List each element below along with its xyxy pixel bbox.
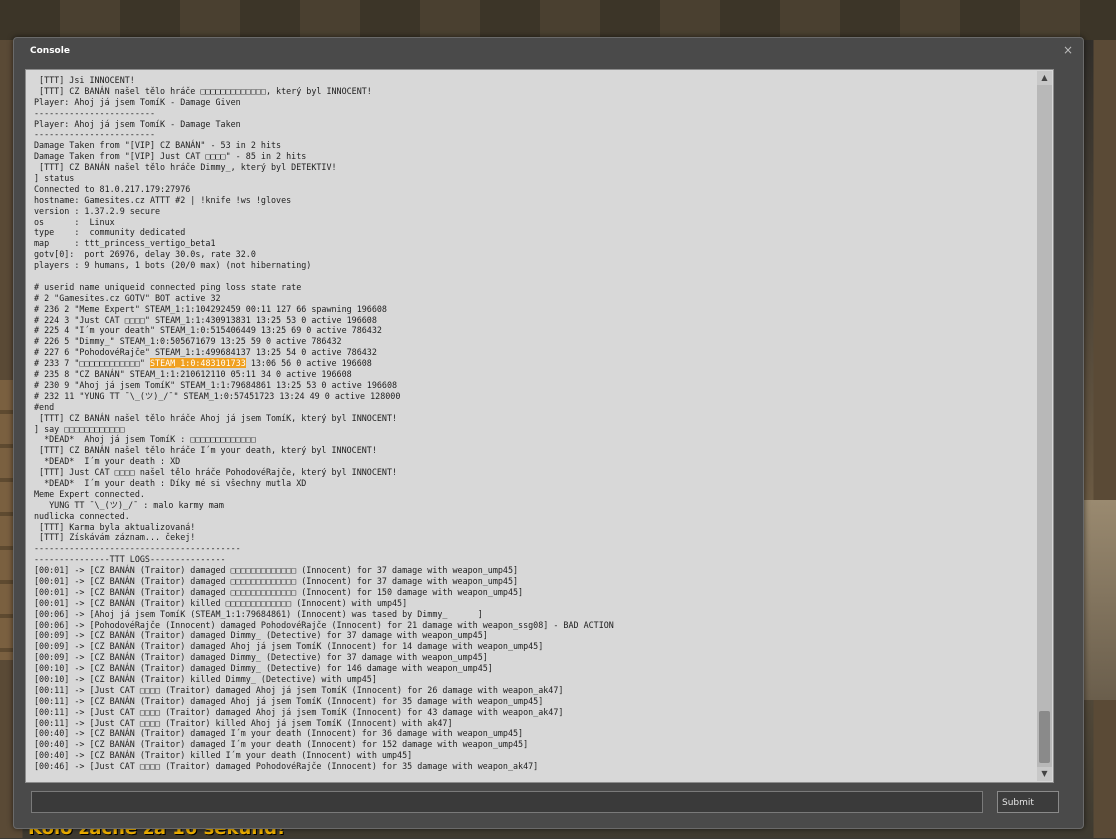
- log-line: *DEAD* I´m your death : Díky mé si všech…: [34, 477, 307, 488]
- log-line: [00:40] -> [CZ BANÁN (Traitor) damaged I…: [34, 739, 529, 750]
- log-line: # 2 "Gamesites.cz GOTV" BOT active 32: [34, 292, 221, 303]
- scroll-thumb[interactable]: [1039, 711, 1050, 763]
- log-line: [00:01] -> [CZ BANÁN (Traitor) damaged □…: [34, 565, 519, 576]
- log-line: Damage Taken from "[VIP] CZ BANÁN" - 53 …: [34, 140, 282, 151]
- log-line: # 236 2 "Meme Expert" STEAM_1:1:10429245…: [34, 303, 387, 314]
- log-line: [00:10] -> [CZ BANÁN (Traitor) killed Di…: [34, 673, 377, 684]
- log-line: [00:01] -> [CZ BANÁN (Traitor) killed □□…: [34, 597, 408, 608]
- console-window[interactable]: Console × [TTT] Jsi INNOCENT! [TTT] CZ B…: [13, 37, 1084, 829]
- log-line: hostname: Gamesites.cz ATTT #2 | !knife …: [34, 194, 292, 205]
- log-line: [TTT] CZ BANÁN našel tělo hráče □□□□□□□□…: [34, 85, 372, 96]
- log-line: [TTT] Just CAT □□□□ našel tělo hráče Poh…: [34, 467, 398, 478]
- log-line: [00:11] -> [Just CAT □□□□ (Traitor) kill…: [34, 717, 453, 728]
- log-line: [00:46] -> [Just CAT □□□□ (Traitor) dama…: [34, 761, 539, 772]
- log-line: [00:06] -> [Ahoj já jsem TomíK (STEAM_1:…: [34, 608, 483, 619]
- log-line: version : 1.37.2.9 secure: [34, 205, 161, 216]
- log-line: [00:09] -> [CZ BANÁN (Traitor) damaged D…: [34, 630, 488, 641]
- log-line: [TTT] CZ BANÁN našel tělo hráče Ahoj já …: [34, 412, 398, 423]
- scroll-down-icon[interactable]: ▼: [1037, 767, 1052, 781]
- log-line: gotv[0]: port 26976, delay 30.0s, rate 3…: [34, 249, 256, 260]
- log-line: Connected to 81.0.217.179:27976: [34, 183, 191, 194]
- log-line: nudlicka connected.: [34, 510, 130, 521]
- log-line: Damage Taken from "[VIP] Just CAT □□□□" …: [34, 151, 307, 162]
- log-line: [00:01] -> [CZ BANÁN (Traitor) damaged □…: [34, 586, 524, 597]
- log-line: # 232 11 "YUNG TT ¯\_(ツ)_/¯" STEAM_1:0:5…: [34, 390, 401, 401]
- log-line: *DEAD* Ahoj já jsem TomíK : □□□□□□□□□□□□…: [34, 434, 256, 445]
- log-line: Player: Ahoj já jsem TomíK - Damage Give…: [34, 96, 241, 107]
- log-line: [00:06] -> [PohodovéRajče (Innocent) dam…: [34, 619, 614, 630]
- log-line: Meme Expert connected.: [34, 488, 145, 499]
- log-line: # 235 8 "CZ BANÁN" STEAM_1:1:210612110 0…: [34, 369, 352, 380]
- text-selection: STEAM_1:0:483101733: [149, 358, 246, 369]
- console-title: Console: [30, 46, 70, 56]
- log-line: type : community dedicated: [34, 227, 186, 238]
- log-line: ---------------TTT LOGS---------------: [34, 554, 226, 565]
- log-line: [00:10] -> [CZ BANÁN (Traitor) damaged D…: [34, 663, 493, 674]
- command-input[interactable]: [31, 791, 983, 813]
- log-line: ------------------------: [34, 107, 156, 118]
- log-line: ------------------------: [34, 129, 156, 140]
- log-line-highlighted: # 233 7 "□□□□□□□□□□□□" STEAM_1:0:4831017…: [34, 358, 1031, 369]
- log-line: #end: [34, 401, 55, 412]
- log-line: [00:40] -> [CZ BANÁN (Traitor) killed I´…: [34, 750, 413, 761]
- log-line: # 226 5 "Dimmy_" STEAM_1:0:505671679 13:…: [34, 336, 342, 347]
- log-line: # 225 4 "I´m your death" STEAM_1:0:51540…: [34, 325, 382, 336]
- log-line: [TTT] CZ BANÁN našel tělo hráče I´m your…: [34, 445, 377, 456]
- log-line: [TTT] CZ BANÁN našel tělo hráče Dimmy_, …: [34, 162, 337, 173]
- log-line: [00:11] -> [CZ BANÁN (Traitor) damaged A…: [34, 695, 544, 706]
- log-line: [TTT] Jsi INNOCENT!: [34, 75, 135, 85]
- log-line: Player: Ahoj já jsem TomíK - Damage Take…: [34, 118, 241, 129]
- log-line: [00:09] -> [CZ BANÁN (Traitor) damaged D…: [34, 652, 488, 663]
- log-line-suffix: 13:06 56 0 active 196608: [245, 358, 372, 369]
- log-line: [00:11] -> [Just CAT □□□□ (Traitor) dama…: [34, 706, 564, 717]
- log-line: # 227 6 "PohodovéRajče" STEAM_1:1:499684…: [34, 347, 377, 358]
- log-line: players : 9 humans, 1 bots (20/0 max) (n…: [34, 260, 312, 271]
- console-log-text: [TTT] Jsi INNOCENT! [TTT] CZ BANÁN našel…: [34, 75, 1031, 782]
- log-line-prefix: # 233 7 "□□□□□□□□□□□□": [34, 358, 150, 369]
- console-log[interactable]: [TTT] Jsi INNOCENT! [TTT] CZ BANÁN našel…: [25, 69, 1054, 783]
- right-crate: [1080, 500, 1116, 700]
- log-line: [00:40] -> [CZ BANÁN (Traitor) damaged I…: [34, 728, 524, 739]
- log-line: ] say □□□□□□□□□□□□: [34, 423, 125, 434]
- log-line: ] status: [34, 173, 75, 184]
- log-line: # 224 3 "Just CAT □□□□" STEAM_1:1:430913…: [34, 314, 377, 325]
- log-line: [00:11] -> [Just CAT □□□□ (Traitor) dama…: [34, 684, 564, 695]
- log-line: ----------------------------------------…: [34, 543, 241, 554]
- log-line: [TTT] Karma byla aktualizovaná!: [34, 521, 196, 532]
- log-line: # 230 9 "Ahoj já jsem TomíK" STEAM_1:1:7…: [34, 379, 398, 390]
- scroll-up-icon[interactable]: ▲: [1037, 71, 1052, 85]
- log-line: [TTT] Získávám záznam... čekej!: [34, 532, 196, 543]
- submit-button[interactable]: Submit: [997, 791, 1059, 813]
- log-line: os : Linux: [34, 216, 115, 227]
- log-line: [00:01] -> [CZ BANÁN (Traitor) damaged □…: [34, 575, 519, 586]
- ceiling-beams: [0, 0, 1116, 40]
- log-line: [00:09] -> [CZ BANÁN (Traitor) damaged A…: [34, 641, 544, 652]
- log-line: map : ttt_princess_vertigo_beta1: [34, 238, 216, 249]
- log-line: *DEAD* I´m your death : XD: [34, 456, 181, 467]
- scrollbar[interactable]: ▲ ▼: [1037, 71, 1052, 781]
- log-line: # userid name uniqueid connected ping lo…: [34, 281, 302, 292]
- close-icon[interactable]: ×: [1063, 43, 1073, 57]
- log-line: YUNG TT ¯\_(ツ)_/¯ : malo karmy mam: [34, 499, 224, 510]
